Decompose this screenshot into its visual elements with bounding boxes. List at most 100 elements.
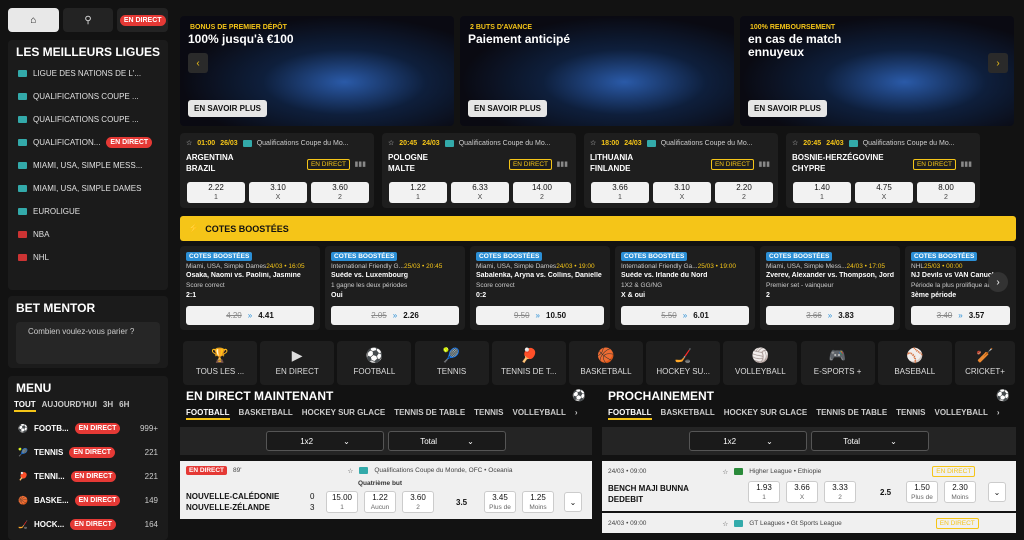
sport-tile[interactable]: 🏆 TOUS LES ... xyxy=(183,341,257,385)
learn-more-button[interactable]: EN SAVOIR PLUS xyxy=(748,100,827,117)
sport-tile[interactable]: ⚽ FOOTBALL xyxy=(337,341,412,385)
match-card[interactable]: ☆ 01:00 26/03 Qualifications Coupe du Mo...… xyxy=(180,133,374,208)
stats-icon[interactable]: ▮▮▮ xyxy=(960,160,972,168)
odds-button[interactable]: 3.66 1 xyxy=(591,182,649,203)
menu-sport-item[interactable]: ⚽ FOOTB... EN DIRECT 999+ xyxy=(8,416,168,440)
odds-button-over[interactable]: 3.45 Plus de xyxy=(484,491,516,513)
stats-icon[interactable]: ▮▮▮ xyxy=(354,160,366,168)
odds-button-2[interactable]: 3.60 2 xyxy=(402,491,434,513)
chevron-right-icon[interactable]: › xyxy=(997,408,1000,420)
boosted-odds-button[interactable]: 4.20 » 4.41 xyxy=(186,306,314,325)
menu-sport-item[interactable]: 🏒 HOCK... EN DIRECT 164 xyxy=(8,512,168,536)
live-match-row[interactable]: EN DIRECT 89' ☆ Qualifications Coupe du … xyxy=(180,461,592,519)
star-icon[interactable]: ☆ xyxy=(388,139,394,147)
menu-tab[interactable]: 3H xyxy=(103,400,113,412)
league-item[interactable]: QUALIFICATION... EN DIRECT xyxy=(8,131,168,154)
learn-more-button[interactable]: EN SAVOIR PLUS xyxy=(468,100,547,117)
menu-tab[interactable]: AUJOURD'HUI xyxy=(42,400,97,412)
sport-tab[interactable]: TENNIS xyxy=(896,408,925,420)
odds-button-none[interactable]: 1.22 Aucun xyxy=(364,491,396,513)
promo-banner[interactable]: BONUS DE PREMIER DÉPÔT 100% jusqu'à €100 E… xyxy=(180,16,454,126)
sport-tile[interactable]: 🎾 TENNIS xyxy=(414,341,489,385)
sport-tile[interactable]: 🏏 CRICKET+ xyxy=(955,341,1015,385)
odds-button[interactable]: 3.60 2 xyxy=(311,182,369,203)
boosted-card[interactable]: COTES BOOSTÉES Miami, USA, Simple Mess...… xyxy=(760,246,900,330)
odds-button[interactable]: 8.00 2 xyxy=(917,182,975,203)
odds-button-under[interactable]: 2.30 Moins xyxy=(944,481,976,503)
sport-tab[interactable]: FOOTBALL xyxy=(186,408,230,420)
sport-tile[interactable]: 🏓 TENNIS DE T... xyxy=(491,341,566,385)
sport-tab[interactable]: TENNIS DE TABLE xyxy=(394,408,465,420)
menu-sport-item[interactable]: 🎾 TENNIS EN DIRECT 221 xyxy=(8,440,168,464)
stats-icon[interactable]: ▮▮▮ xyxy=(758,160,770,168)
promo-banner[interactable]: 2 BUTS D'AVANCE Paiement anticipé EN SAVOI… xyxy=(460,16,734,126)
sport-tile[interactable]: 🎮 E-SPORTS + xyxy=(800,341,875,385)
home-button[interactable]: ⌂ xyxy=(8,8,59,32)
learn-more-button[interactable]: EN SAVOIR PLUS xyxy=(188,100,267,117)
league-item[interactable]: MIAMI, USA, SIMPLE DAMES xyxy=(8,177,168,200)
star-icon[interactable]: ☆ xyxy=(722,520,728,528)
league-item[interactable]: QUALIFICATIONS COUPE ... xyxy=(8,108,168,131)
odds-button-1[interactable]: 1.93 1 xyxy=(748,481,780,503)
search-button[interactable]: ⚲ xyxy=(62,8,114,32)
odds-button[interactable]: 3.10 X xyxy=(653,182,711,203)
sport-tile[interactable]: 🏒 HOCKEY SU... xyxy=(646,341,721,385)
sport-tab[interactable]: HOCKEY SUR GLACE xyxy=(724,408,807,420)
sport-tab[interactable]: VOLLEYBALL xyxy=(513,408,566,420)
upcoming-match-row[interactable]: 24/03 • 09:00 ☆ Higher League • Ethiopie… xyxy=(602,461,1016,511)
market-select-1x2[interactable]: 1x2 ⌄ xyxy=(689,431,807,451)
league-item[interactable]: MIAMI, USA, SIMPLE MESS... xyxy=(8,154,168,177)
odds-button[interactable]: 6.33 X xyxy=(451,182,509,203)
boosted-card[interactable]: COTES BOOSTÉES International Friendly Ga.… xyxy=(615,246,755,330)
star-icon[interactable]: ☆ xyxy=(186,139,192,147)
league-item[interactable]: LIGUE DES NATIONS DE L'... xyxy=(8,62,168,85)
league-item[interactable]: NHL xyxy=(8,246,168,269)
odds-button-2[interactable]: 3.33 2 xyxy=(824,481,856,503)
menu-tab[interactable]: TOUT xyxy=(14,400,36,412)
boosted-odds-button[interactable]: 5.50 » 6.01 xyxy=(621,306,749,325)
sport-tile[interactable]: ▶ EN DIRECT xyxy=(260,341,335,385)
odds-button[interactable]: 14.00 2 xyxy=(513,182,571,203)
menu-sport-item[interactable]: 🏀 BASKE... EN DIRECT 149 xyxy=(8,488,168,512)
star-icon[interactable]: ☆ xyxy=(792,139,798,147)
bet-mentor-input[interactable]: Combien voulez-vous parier ? xyxy=(16,322,160,364)
odds-button[interactable]: 4.75 X xyxy=(855,182,913,203)
match-card[interactable]: ☆ 20:45 24/03 Qualifications Coupe du Mo...… xyxy=(382,133,576,208)
sport-tab[interactable]: HOCKEY SUR GLACE xyxy=(302,408,385,420)
odds-button[interactable]: 1.22 1 xyxy=(389,182,447,203)
upcoming-match-row[interactable]: 24/03 • 09:00 ☆ GT Leagues • Gt Sports L… xyxy=(602,513,1016,533)
chevron-right-icon[interactable]: › xyxy=(575,408,578,420)
boosted-odds-button[interactable]: 3.66 » 3.83 xyxy=(766,306,894,325)
league-item[interactable]: EUROLIGUE xyxy=(8,200,168,223)
match-card[interactable]: ☆ 20:45 24/03 Qualifications Coupe du Mo...… xyxy=(786,133,980,208)
star-icon[interactable]: ☆ xyxy=(722,468,728,476)
menu-tab[interactable]: 6H xyxy=(119,400,129,412)
sport-tab[interactable]: BASKETBALL xyxy=(239,408,293,420)
boosted-card[interactable]: COTES BOOSTÉES Miami, USA, Simple Dames24… xyxy=(180,246,320,330)
odds-button-1[interactable]: 15.00 1 xyxy=(326,491,358,513)
odds-button[interactable]: 3.10 X xyxy=(249,182,307,203)
market-select-total[interactable]: Total ⌄ xyxy=(388,431,506,451)
sport-tab[interactable]: BASKETBALL xyxy=(661,408,715,420)
star-icon[interactable]: ☆ xyxy=(590,139,596,147)
menu-sport-item[interactable]: 🏓 TENNI... EN DIRECT 221 xyxy=(8,464,168,488)
odds-button[interactable]: 2.22 1 xyxy=(187,182,245,203)
market-select-1x2[interactable]: 1x2 ⌄ xyxy=(266,431,384,451)
boosted-card[interactable]: COTES BOOSTÉES Miami, USA, Simple Dames24… xyxy=(470,246,610,330)
league-item[interactable]: NBA xyxy=(8,223,168,246)
stats-icon[interactable]: ▮▮▮ xyxy=(556,160,568,168)
sport-tab[interactable]: VOLLEYBALL xyxy=(935,408,988,420)
sport-tile[interactable]: 🏐 VOLLEYBALL xyxy=(723,341,798,385)
live-button[interactable]: EN DIRECT xyxy=(117,8,169,32)
odds-button[interactable]: 2.20 2 xyxy=(715,182,773,203)
boosted-odds-button[interactable]: 9.50 » 10.50 xyxy=(476,306,604,325)
sport-tile[interactable]: ⚾ BASEBALL xyxy=(877,341,952,385)
league-item[interactable]: QUALIFICATIONS COUPE ... xyxy=(8,85,168,108)
market-select-total[interactable]: Total ⌄ xyxy=(811,431,929,451)
sport-tab[interactable]: TENNIS xyxy=(474,408,503,420)
boost-next-button[interactable]: › xyxy=(988,272,1008,292)
promo-banner[interactable]: 100% REMBOURSEMENT en cas de match ennuye… xyxy=(740,16,1014,126)
sport-tab[interactable]: TENNIS DE TABLE xyxy=(816,408,887,420)
expand-button[interactable]: ⌄ xyxy=(564,492,582,512)
star-icon[interactable]: ☆ xyxy=(348,467,354,475)
